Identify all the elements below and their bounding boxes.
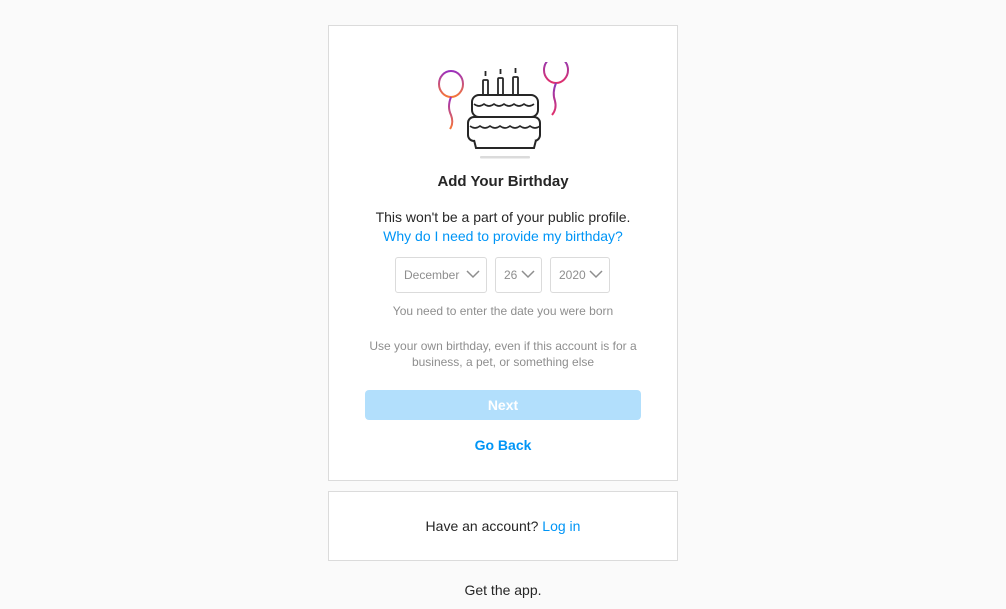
day-select[interactable]: 26 [495, 257, 542, 293]
birthday-hint: You need to enter the date you were born [392, 304, 614, 318]
login-prompt-text: Have an account? [425, 518, 539, 534]
login-link[interactable]: Log in [542, 518, 580, 534]
chevron-down-icon [589, 270, 603, 279]
chevron-down-icon [521, 270, 535, 279]
birthday-cake-balloons-icon [438, 62, 569, 159]
get-app-text: Get the app. [464, 582, 542, 598]
year-select[interactable]: 2020 [550, 257, 610, 293]
login-prompt: Have an account? Log in [329, 518, 677, 534]
chevron-down-icon [466, 270, 480, 279]
birthday-note: Use your own birthday, even if this acco… [369, 339, 637, 369]
year-value: 2020 [559, 268, 586, 282]
next-button[interactable]: Next [365, 390, 641, 420]
why-birthday-link[interactable]: Why do I need to provide my birthday? [329, 228, 677, 244]
month-select[interactable]: December [395, 257, 487, 293]
go-back-link[interactable]: Go Back [329, 437, 677, 453]
page-title: Add Your Birthday [437, 173, 569, 190]
subtitle-text: This won't be a part of your public prof… [375, 209, 631, 225]
birthday-card: Add Your Birthday This won't be a part o… [328, 25, 678, 481]
day-value: 26 [504, 268, 518, 282]
month-value: December [404, 268, 460, 282]
login-prompt-card: Have an account? Log in [328, 491, 678, 561]
